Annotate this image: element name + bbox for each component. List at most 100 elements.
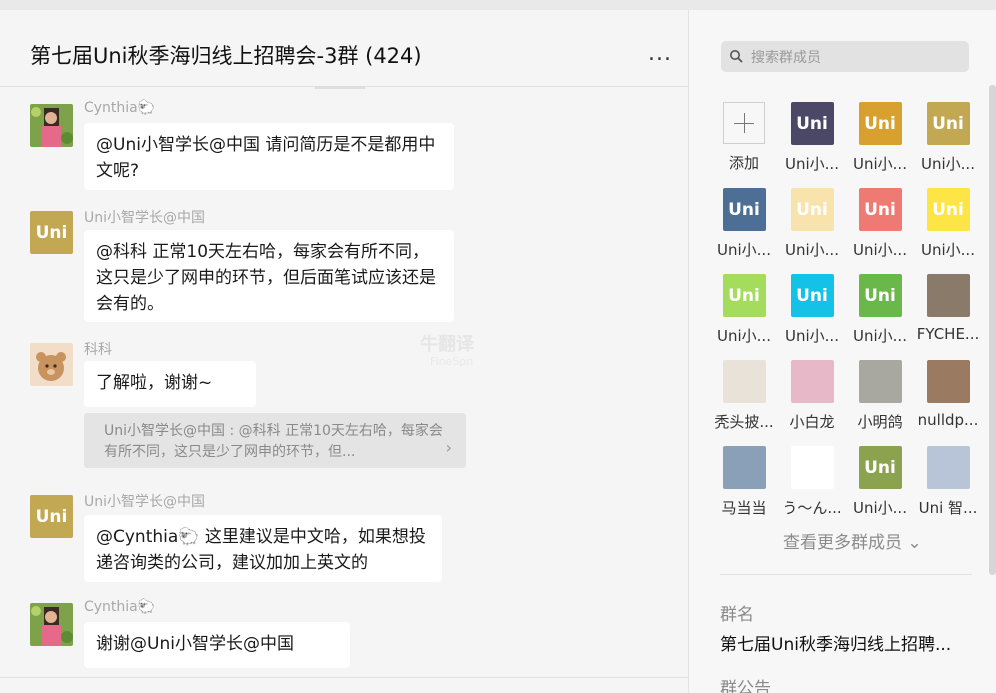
quoted-text: Uni小智学长@中国 : @科科 正常10天左右哈，每家会有所不同，这只是少了网…: [104, 423, 443, 460]
message-bubble[interactable]: 了解啦，谢谢~: [84, 361, 256, 407]
member-avatar: [790, 360, 834, 403]
member-item[interactable]: Uni Uni小...: [846, 274, 914, 346]
member-search-field[interactable]: 搜索群成员: [721, 41, 969, 72]
member-item[interactable]: Uni Uni小...: [778, 188, 846, 260]
panel-scrollbar[interactable]: [989, 85, 996, 575]
member-item[interactable]: Uni Uni小...: [846, 446, 914, 518]
member-name: Uni小...: [853, 155, 907, 173]
message-item: Cynthia🐑 @Uni小智学长@中国 请问简历是不是都用中文呢?: [30, 100, 470, 204]
member-item[interactable]: Uni Uni小...: [710, 188, 778, 260]
member-item[interactable]: Uni Uni小...: [914, 102, 982, 174]
member-name: FYCHE...: [916, 325, 980, 343]
search-icon: [730, 50, 743, 63]
member-name: Uni小...: [717, 327, 771, 345]
message-item: Cynthia🐑 谢谢@Uni小智学长@中国: [30, 599, 470, 683]
sender-name: Uni小智学长@中国: [84, 210, 206, 226]
member-avatar: Uni: [858, 446, 902, 489]
uni-logo-icon: Uni: [35, 222, 68, 243]
member-avatar: Uni: [790, 274, 834, 317]
member-item[interactable]: Uni Uni小...: [846, 102, 914, 174]
uni-logo-icon: Uni: [796, 285, 828, 306]
avatar[interactable]: [30, 343, 73, 386]
input-divider: [0, 677, 688, 678]
uni-logo-icon: Uni: [864, 113, 896, 134]
member-name: Uni小...: [853, 241, 907, 259]
member-item[interactable]: Uni Uni小...: [778, 274, 846, 346]
member-avatar: [926, 360, 970, 403]
member-name: 小白龙: [789, 413, 835, 431]
message-item: Uni Uni小智学长@中国 @Cynthia🐑 这里建议是中文哈，如果想投递咨…: [30, 494, 470, 595]
avatar[interactable]: Uni: [30, 495, 73, 538]
uni-logo-icon: Uni: [796, 113, 828, 134]
sender-name: Cynthia🐑: [84, 599, 156, 615]
chat-header: 第七届Uni秋季海归线上招聘会-3群 (424) ...: [0, 10, 688, 87]
member-avatar: Uni: [858, 102, 902, 145]
member-avatar: Uni: [926, 102, 970, 145]
member-avatar: Uni: [858, 188, 902, 231]
message-bubble[interactable]: @Cynthia🐑 这里建议是中文哈，如果想投递咨询类的公司，建议加加上英文的: [84, 515, 442, 582]
member-item[interactable]: う～ん...: [778, 446, 846, 518]
cynthia-avatar-photo-icon: [30, 603, 73, 646]
member-item[interactable]: Uni Uni小...: [778, 102, 846, 174]
member-name: Uni小...: [785, 155, 839, 173]
watermark-sub: FineSpn: [430, 355, 474, 368]
member-item[interactable]: Uni Uni小...: [914, 188, 982, 260]
member-avatar: Uni: [858, 274, 902, 317]
member-name: Uni小...: [853, 499, 907, 517]
chevron-right-icon: ›: [445, 438, 452, 457]
member-item[interactable]: FYCHE...: [914, 274, 982, 343]
member-avatar: [858, 360, 902, 403]
member-name: う～ん...: [782, 499, 842, 517]
group-name-label: 群名: [720, 605, 754, 625]
member-item[interactable]: 小明鸽: [846, 360, 914, 432]
member-name: Uni小...: [921, 155, 975, 173]
member-item[interactable]: Uni Uni小...: [846, 188, 914, 260]
uni-logo-icon: Uni: [932, 199, 964, 220]
view-more-members-link[interactable]: 查看更多群成员 ⌄: [783, 528, 922, 553]
uni-logo-icon: Uni: [728, 199, 760, 220]
member-item[interactable]: 秃头披...: [710, 360, 778, 432]
sender-name: Uni小智学长@中国: [84, 494, 206, 510]
member-item[interactable]: 小白龙: [778, 360, 846, 432]
uni-logo-icon: Uni: [35, 506, 68, 527]
message-text: 了解啦，谢谢~: [96, 373, 213, 393]
watermark: 牛翻译: [420, 334, 474, 355]
message-bubble[interactable]: @Uni小智学长@中国 请问简历是不是都用中文呢?: [84, 123, 454, 190]
group-name-value[interactable]: 第七届Uni秋季海归线上招聘...: [720, 630, 951, 655]
avatar[interactable]: Uni: [30, 211, 73, 254]
chat-pane: 第七届Uni秋季海归线上招聘会-3群 (424) ... Cynthia🐑 @U…: [0, 10, 688, 693]
more-options-button[interactable]: ...: [648, 43, 678, 68]
member-avatar: [722, 360, 766, 403]
member-avatar: Uni: [790, 188, 834, 231]
message-bubble[interactable]: 谢谢@Uni小智学长@中国: [84, 622, 350, 668]
message-bubble[interactable]: @科科 正常10天左右哈，每家会有所不同，这只是少了网申的环节，但后面笔试应该还…: [84, 230, 454, 322]
uni-logo-icon: Uni: [728, 285, 760, 306]
uni-logo-icon: Uni: [932, 113, 964, 134]
member-avatar: [790, 446, 834, 489]
teddy-bear-avatar-icon: [30, 343, 73, 386]
member-name: Uni小...: [785, 241, 839, 259]
avatar[interactable]: [30, 603, 73, 646]
member-avatar: [926, 446, 970, 489]
member-name: 小明鸽: [857, 413, 903, 431]
member-panel: 搜索群成员 添加 Uni Uni小... Uni Uni小... Uni Uni小... Un…: [688, 10, 996, 693]
message-text: @Uni小智学长@中国 请问简历是不是都用中文呢?: [96, 135, 436, 181]
member-name: 马当当: [721, 499, 767, 517]
uni-logo-icon: Uni: [864, 285, 896, 306]
quoted-reply[interactable]: Uni小智学长@中国 : @科科 正常10天左右哈，每家会有所不同，这只是少了网…: [84, 413, 466, 468]
member-name: nulldp...: [917, 411, 979, 429]
uni-logo-icon: Uni: [864, 199, 896, 220]
member-item[interactable]: Uni 智...: [914, 446, 982, 518]
uni-logo-icon: Uni: [864, 457, 896, 478]
message-text: @Cynthia🐑 这里建议是中文哈，如果想投递咨询类的公司，建议加加上英文的: [96, 527, 426, 573]
member-item[interactable]: nulldp...: [914, 360, 982, 429]
member-name: 添加: [728, 154, 759, 172]
announcement-label: 群公告: [720, 679, 771, 693]
plus-icon: [723, 102, 765, 144]
member-item[interactable]: Uni Uni小...: [710, 274, 778, 346]
member-item[interactable]: 马当当: [710, 446, 778, 518]
member-avatar: [722, 446, 766, 489]
add-member-button[interactable]: 添加: [710, 102, 778, 173]
avatar[interactable]: [30, 104, 73, 147]
member-avatar: Uni: [722, 274, 766, 317]
